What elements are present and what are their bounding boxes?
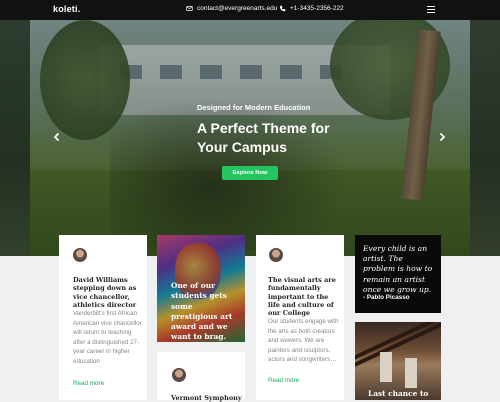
hero-title: A Perfect Theme for Your Campus [197,120,330,155]
phone-icon [280,5,286,12]
read-more-link[interactable]: Read more [268,377,299,384]
avatar [269,248,283,262]
card-body: Vanderbilt's first African American vice… [73,310,142,365]
hero-subtitle: Designed for Modern Education [197,103,311,112]
quote-card: Every child is an artist. The problem is… [355,235,441,313]
email-text: contact@evergreenarts.edu [197,5,278,12]
email-icon [186,6,193,11]
chevron-left-icon[interactable] [52,132,62,142]
card-title[interactable]: David Williams stepping down as vice cha… [73,276,145,309]
photo-card-text: Last chance to [368,389,429,398]
news-card-david-williams[interactable]: David Williams stepping down as vice cha… [59,235,147,400]
site-logo[interactable]: koleti. [53,4,80,14]
news-card-visual-arts[interactable]: The visual arts are fundamentally import… [256,235,344,400]
contact-email[interactable]: contact@evergreenarts.edu [186,5,277,12]
phone-text: +1-3435-2356-222 [290,5,344,12]
news-card-vermont-symphony[interactable]: Vermont Symphony [157,352,245,402]
explore-now-button[interactable]: Explore Now [222,166,278,180]
card-title[interactable]: The visual arts are fundamentally import… [268,276,340,317]
card-body: Our students engage with the arts as bot… [268,318,339,364]
avatar [172,368,186,382]
photo-card-studio[interactable]: Last chance to [355,322,441,400]
read-more-link[interactable]: Read more [73,380,104,387]
quote-text: Every child is an artist. The problem is… [363,244,433,294]
art-award-card[interactable]: One of our students gets some prestigiou… [157,235,245,342]
art-card-text: One of our students gets some prestigiou… [171,281,233,342]
hamburger-icon[interactable] [427,6,435,13]
avatar [73,248,87,262]
chevron-right-icon[interactable] [437,132,447,142]
contact-phone[interactable]: +1-3435-2356-222 [279,5,344,12]
top-bar: koleti. contact@evergreenarts.edu +1-343… [0,0,500,20]
quote-author: - Pablo Picasso [363,294,410,301]
hero-banner: Designed for Modern Education A Perfect … [0,20,500,256]
card-title[interactable]: Vermont Symphony [171,394,243,402]
